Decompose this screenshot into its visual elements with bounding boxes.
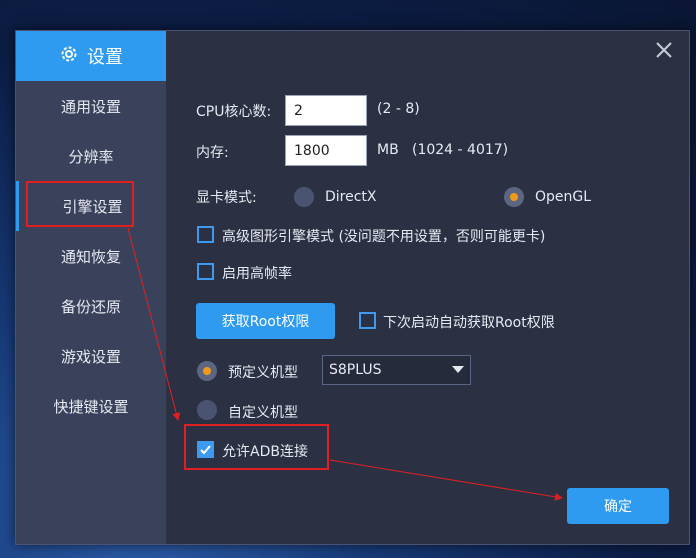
get-root-button[interactable]: 获取Root权限 (196, 303, 335, 339)
radio-custom-model[interactable] (197, 400, 217, 420)
annotation-box-engine (26, 181, 134, 227)
memory-input[interactable]: 1800 (285, 135, 367, 166)
high-perf-checkbox[interactable] (197, 226, 214, 243)
gpu-mode-label: 显卡模式: (196, 190, 257, 206)
predefined-model-label: 预定义机型 (228, 365, 298, 381)
high-perf-label: 高级图形引擎模式 (没问题不用设置，否则可能更卡) (222, 229, 546, 245)
cpu-label: CPU核心数: (196, 104, 272, 120)
sidebar-item-resolution[interactable]: 分辨率 (16, 131, 166, 181)
high-fps-checkbox[interactable] (197, 263, 214, 280)
annotation-box-adb (184, 424, 329, 470)
sidebar-item-general[interactable]: 通用设置 (16, 81, 166, 131)
sidebar-item-label: 游戏设置 (60, 347, 121, 366)
cpu-cores-input[interactable]: 2 (285, 95, 367, 126)
radio-predefined-model[interactable] (197, 361, 217, 381)
auto-root-checkbox[interactable] (359, 312, 376, 329)
dialog-title: 设置 (87, 47, 123, 68)
sidebar-item-notification[interactable]: 通知恢复 (16, 231, 166, 281)
auto-root-label: 下次启动自动获取Root权限 (383, 315, 555, 331)
gear-icon (59, 44, 79, 69)
confirm-button[interactable]: 确定 (567, 488, 669, 524)
radio-opengl[interactable] (504, 187, 524, 207)
close-icon[interactable] (653, 39, 675, 61)
model-select[interactable]: S8PLUS (322, 355, 471, 385)
sidebar-item-hotkeys[interactable]: 快捷键设置 (16, 381, 166, 431)
sidebar-item-label: 通用设置 (60, 97, 121, 116)
sidebar-item-label: 通知恢复 (60, 247, 121, 266)
sidebar-item-label: 备份还原 (60, 297, 121, 316)
memory-label: 内存: (196, 145, 229, 161)
model-select-value: S8PLUS (329, 362, 382, 378)
sidebar-item-label: 分辨率 (68, 147, 114, 166)
radio-directx[interactable] (294, 187, 314, 207)
memory-range: (1024 - 4017) (412, 142, 509, 158)
sidebar-item-game[interactable]: 游戏设置 (16, 331, 166, 381)
sidebar-item-label: 快捷键设置 (53, 397, 129, 416)
custom-model-label: 自定义机型 (228, 405, 298, 421)
sidebar: 设置 通用设置 分辨率 引擎设置 通知恢复 备份还原 游戏设置 快捷键设置 (16, 31, 166, 544)
sidebar-item-backup[interactable]: 备份还原 (16, 281, 166, 331)
opengl-label: OpenGL (535, 189, 592, 205)
chevron-down-icon (452, 366, 464, 373)
directx-label: DirectX (325, 189, 377, 205)
settings-dialog: 设置 通用设置 分辨率 引擎设置 通知恢复 备份还原 游戏设置 快捷键设置 CP… (15, 30, 690, 545)
sidebar-header: 设置 (16, 31, 166, 81)
high-fps-label: 启用高帧率 (222, 266, 292, 282)
cpu-range: (2 - 8) (377, 101, 420, 117)
memory-unit: MB (377, 142, 399, 158)
